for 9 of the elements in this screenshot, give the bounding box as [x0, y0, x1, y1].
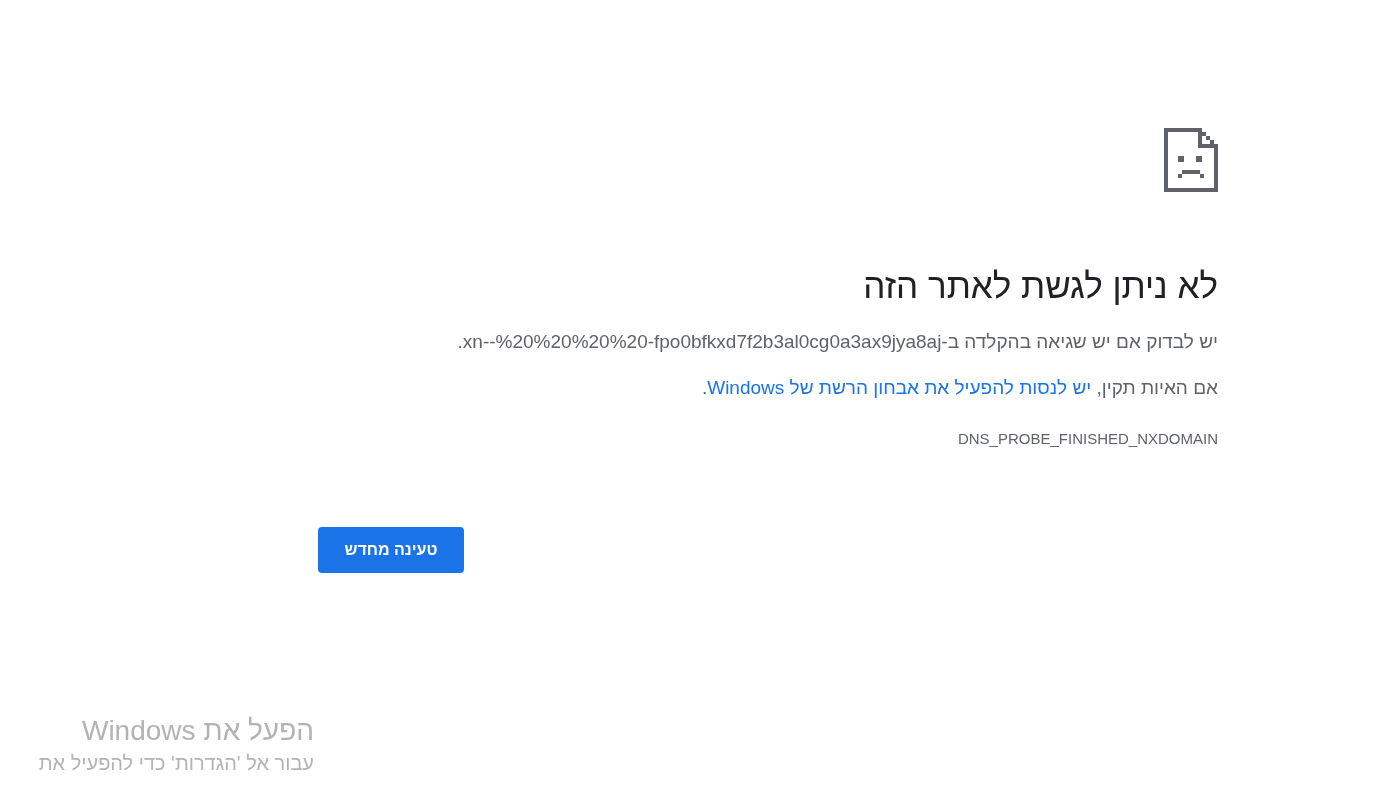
activation-subtitle: עבור אל 'הגדרות' כדי להפעיל את	[38, 751, 314, 776]
reload-button[interactable]: טעינה מחדש	[318, 527, 464, 573]
error-message: יש לבדוק אם יש שגיאה בהקלדה ב-xn--%20%20%20%20-fpo0bfkxd7f2b3al0cg0a3ax9jya8aj.	[457, 330, 1218, 354]
activation-title: הפעל את Windows	[81, 714, 314, 748]
sad-document-icon	[1164, 128, 1218, 192]
suggestion-text: אם האיות תקין, יש לנסות להפעיל את אבחון הרשת של Windows.	[701, 376, 1218, 400]
error-title: לא ניתן לגשת לאתר הזה	[863, 265, 1218, 307]
error-code: DNS_PROBE_FINISHED_NXDOMAIN	[957, 430, 1218, 447]
network-diagnostics-link[interactable]: יש לנסות להפעיל את אבחון הרשת של Windows	[707, 377, 1092, 398]
